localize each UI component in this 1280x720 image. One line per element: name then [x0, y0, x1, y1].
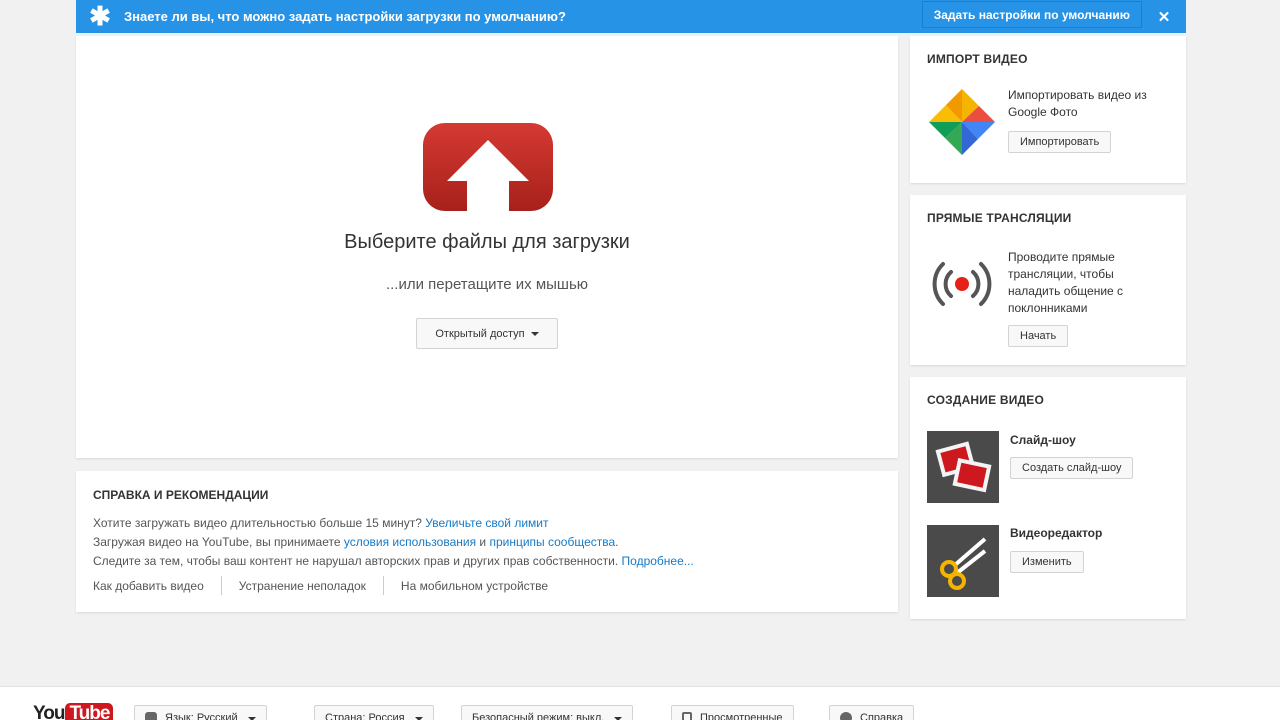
start-live-button[interactable]: Начать — [1008, 325, 1069, 347]
google-photos-icon — [927, 87, 997, 162]
help-icon — [840, 712, 852, 720]
import-video-panel: ИМПОРТ ВИДЕО Импортировать видео из Goog… — [910, 36, 1186, 183]
upload-title: Выберите файлы для загрузки — [344, 231, 630, 253]
help-line-copyright: Следите за тем, чтобы ваш контент не нар… — [93, 554, 694, 568]
how-to-add-video-link[interactable]: Как добавить видео — [93, 579, 204, 593]
logo-you: You — [33, 703, 66, 720]
set-defaults-button[interactable]: Задать настройки по умолчанию — [921, 1, 1142, 28]
youtube-logo[interactable]: You Tube — [33, 703, 114, 720]
help-line-text: Следите за тем, чтобы ваш контент не нар… — [93, 554, 622, 568]
privacy-dropdown[interactable]: Открытый доступ — [416, 318, 558, 349]
help-line-limit: Хотите загружать видео длительностью бол… — [93, 516, 549, 530]
import-title: ИМПОРТ ВИДЕО — [927, 52, 1028, 66]
import-button[interactable]: Импортировать — [1008, 131, 1112, 153]
slideshow-icon — [927, 431, 999, 503]
live-broadcast-icon — [929, 258, 995, 315]
create-title: СОЗДАНИЕ ВИДЕО — [927, 393, 1045, 407]
create-video-panel: СОЗДАНИЕ ВИДЕО Слайд-шоу Создать слайд-ш… — [910, 377, 1186, 619]
safe-mode-dropdown[interactable]: Безопасный режим: выкл. — [461, 705, 634, 720]
country-dropdown[interactable]: Страна: Россия — [314, 705, 434, 720]
help-line-text: Загружая видео на YouTube, вы принимаете — [93, 535, 344, 549]
upload-arrow-icon[interactable] — [423, 123, 553, 216]
language-dropdown[interactable]: Язык: Русский — [134, 705, 267, 720]
community-guidelines-link[interactable]: принципы сообщества — [489, 535, 615, 549]
divider — [382, 576, 384, 595]
slideshow-title: Слайд-шоу — [1010, 433, 1076, 447]
caret-down-icon — [530, 331, 539, 336]
help-panel: СПРАВКА И РЕКОМЕНДАЦИИ Хотите загружать … — [76, 471, 898, 612]
mobile-link[interactable]: На мобильном устройстве — [401, 579, 548, 593]
upload-subtitle: ...или перетащите их мышью — [385, 276, 589, 293]
troubleshooting-link[interactable]: Устранение неполадок — [239, 579, 366, 593]
safe-mode-label: Безопасный режим: выкл. — [472, 712, 605, 720]
help-line-text: . — [615, 535, 619, 549]
default-settings-notice: ✱ Знаете ли вы, что можно задать настрой… — [76, 0, 1186, 33]
help-button[interactable]: Справка — [829, 705, 915, 720]
help-line-terms: Загружая видео на YouTube, вы принимаете… — [93, 535, 619, 549]
increase-limit-link[interactable]: Увеличьте свой лимит — [425, 516, 548, 530]
help-line-text: и — [476, 535, 490, 549]
learn-more-link[interactable]: Подробнее... — [622, 554, 694, 568]
hourglass-icon — [682, 712, 692, 720]
create-slideshow-button[interactable]: Создать слайд-шоу — [1010, 457, 1134, 479]
terms-link[interactable]: условия использования — [344, 535, 476, 549]
edit-button[interactable]: Изменить — [1010, 551, 1084, 573]
scissors-icon — [927, 525, 999, 597]
logo-tube: Tube — [65, 703, 114, 720]
live-title: ПРЯМЫЕ ТРАНСЛЯЦИИ — [927, 211, 1072, 225]
help-label: Справка — [860, 712, 904, 720]
import-text: Импортировать видео из Google Фото — [1008, 88, 1147, 119]
divider — [220, 576, 222, 595]
help-links: Как добавить видео Устранение неполадок … — [93, 576, 548, 595]
editor-title: Видеоредактор — [1010, 526, 1103, 540]
close-icon[interactable]: ✕ — [1142, 8, 1186, 26]
live-text: Проводите прямые трансляции, чтобы налад… — [1008, 250, 1124, 315]
upload-panel[interactable]: Выберите файлы для загрузки ...или перет… — [76, 36, 898, 458]
live-streaming-panel: ПРЯМЫЕ ТРАНСЛЯЦИИ Проводите прямые транс… — [910, 195, 1186, 365]
country-label: Страна: Россия — [325, 712, 405, 720]
star-icon: ✱ — [89, 1, 111, 31]
history-label: Просмотренные — [700, 712, 783, 720]
footer: You Tube Язык: Русский Страна: Россия Бе… — [0, 686, 1280, 720]
notice-text: Знаете ли вы, что можно задать настройки… — [124, 9, 566, 24]
help-title: СПРАВКА И РЕКОМЕНДАЦИИ — [93, 488, 269, 502]
privacy-label: Открытый доступ — [435, 327, 525, 340]
help-line-text: Хотите загружать видео длительностью бол… — [93, 516, 426, 530]
language-label: Язык: Русский — [165, 712, 238, 720]
speech-bubble-icon — [145, 712, 157, 720]
history-button[interactable]: Просмотренные — [671, 705, 794, 720]
